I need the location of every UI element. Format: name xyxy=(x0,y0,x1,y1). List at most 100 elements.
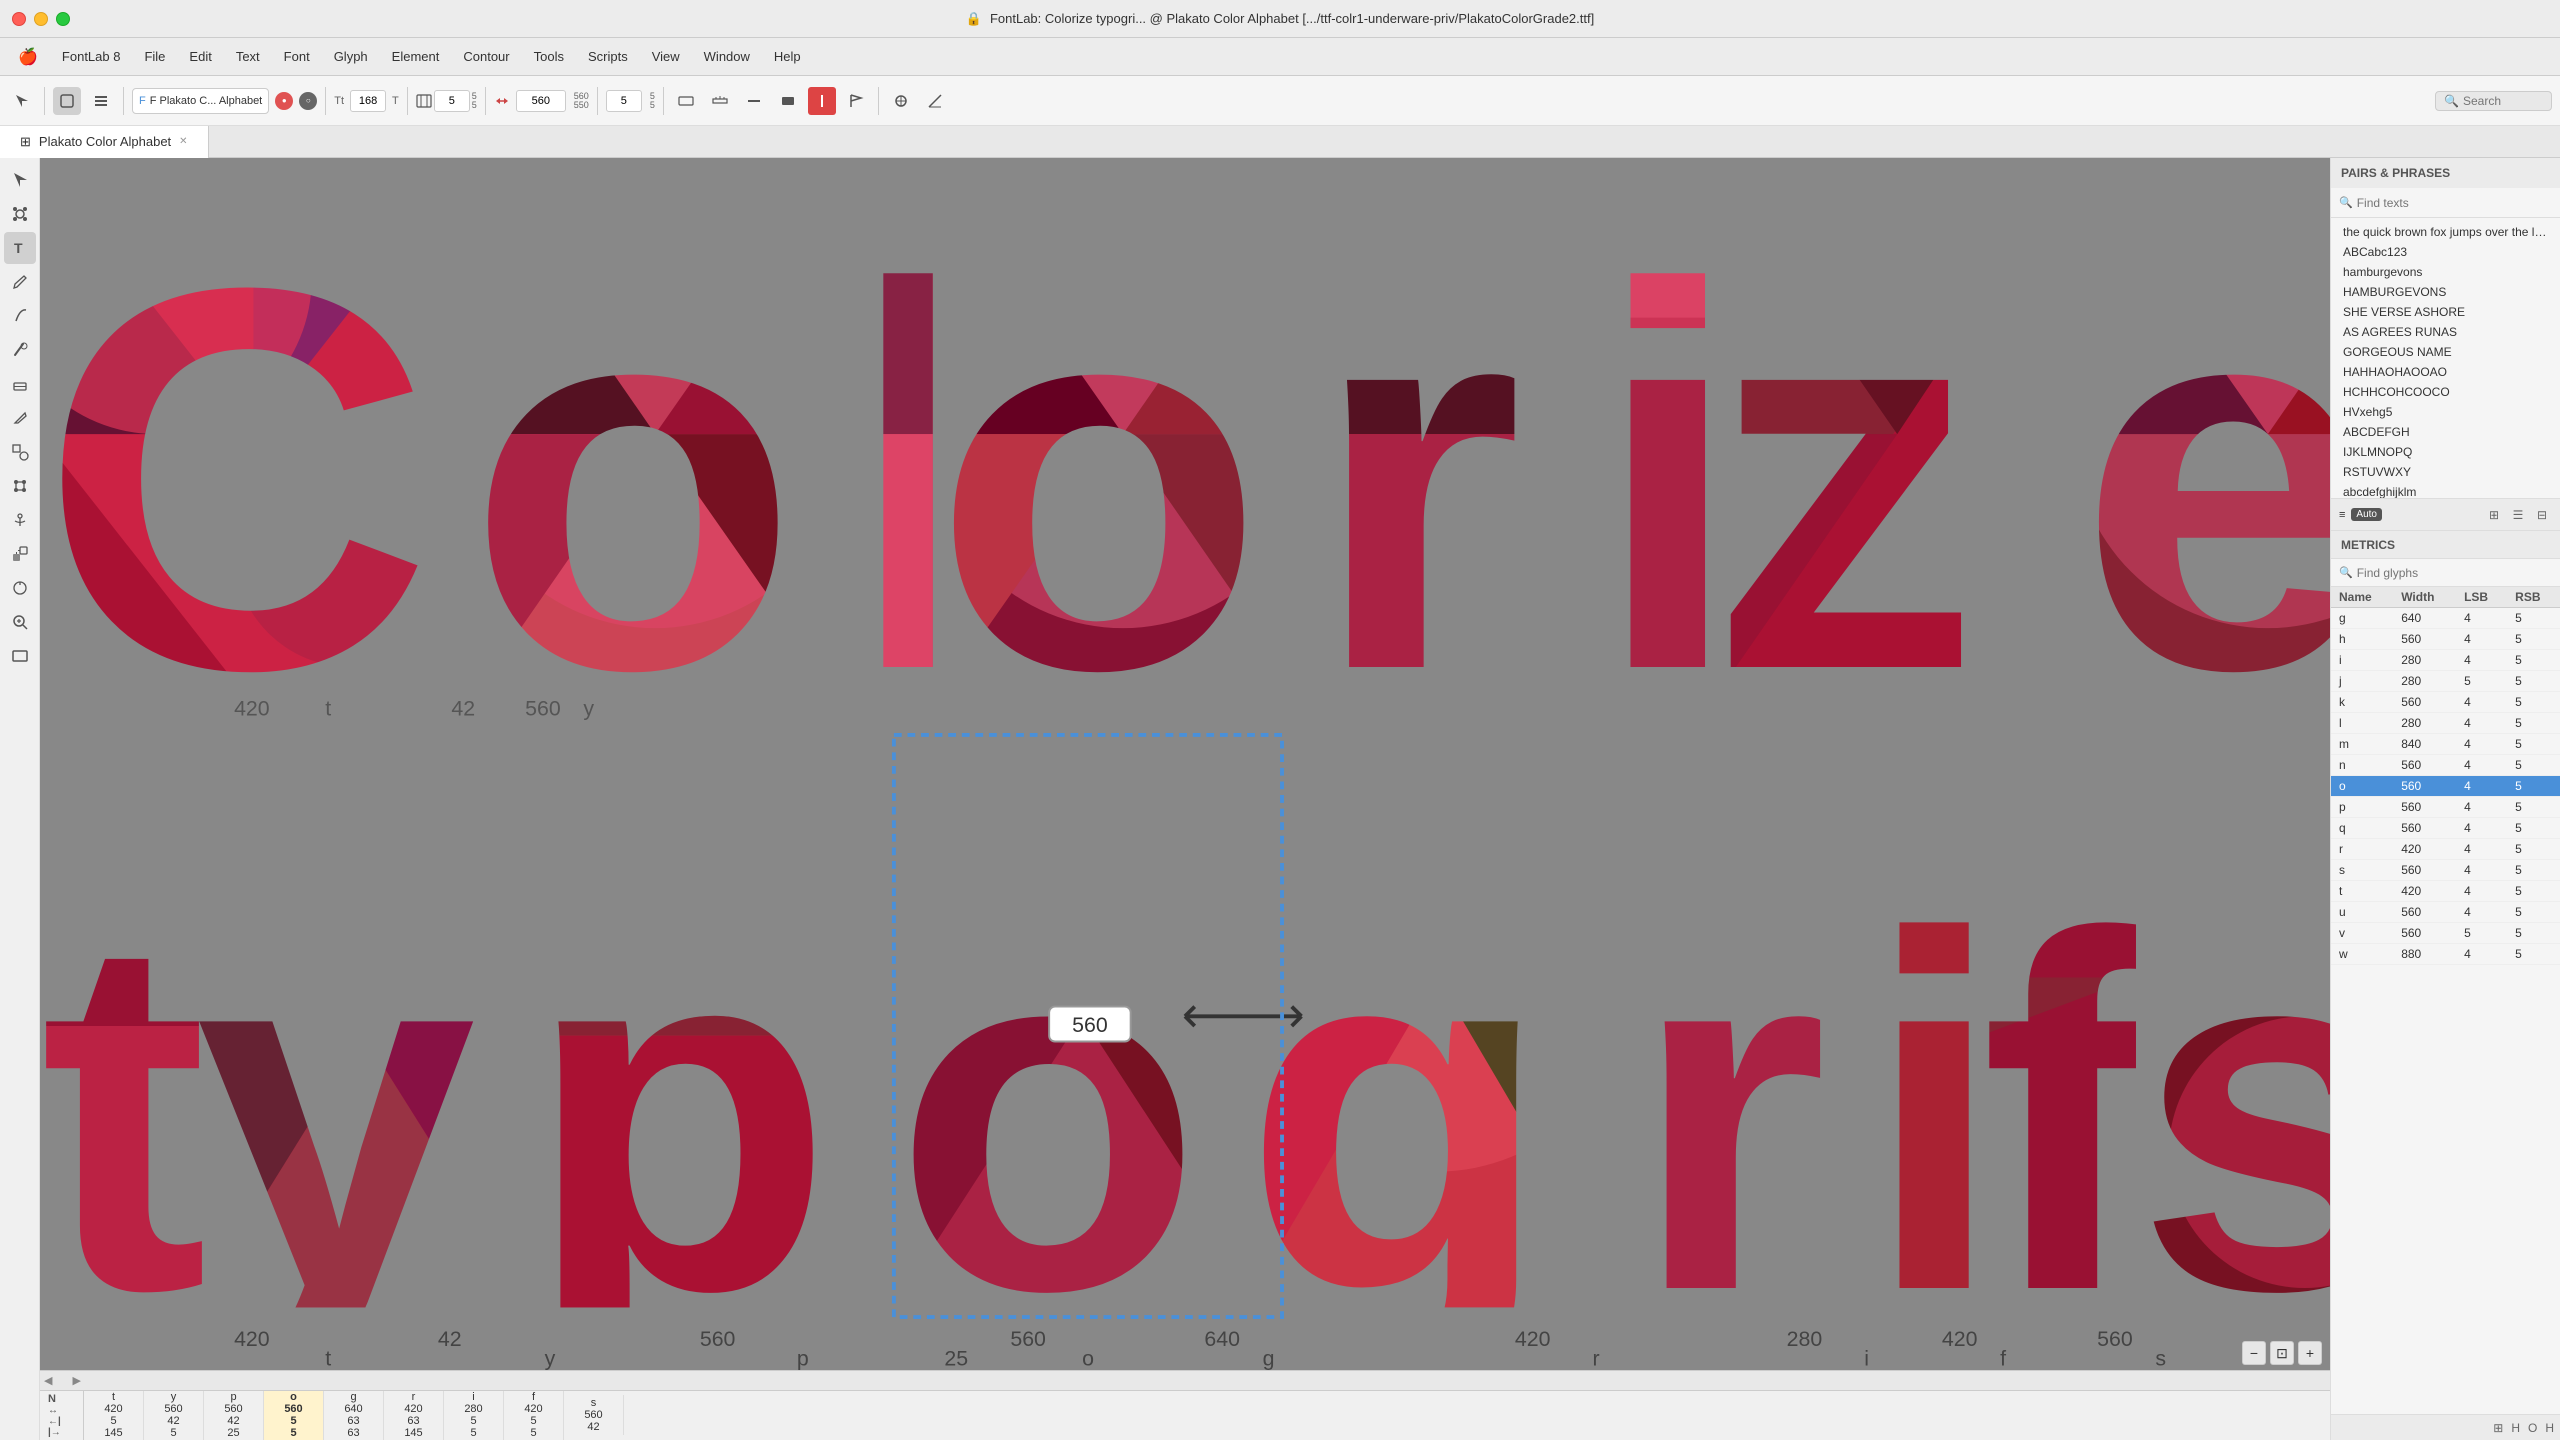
phrase-item[interactable]: HAHHAOHAOOAO xyxy=(2331,362,2560,382)
font-color-indicator[interactable]: ● xyxy=(275,92,293,110)
tool-pencil[interactable] xyxy=(4,266,36,298)
glyph-table-row[interactable]: v56055 xyxy=(2331,923,2560,944)
menu-help[interactable]: Help xyxy=(764,45,811,68)
menu-scripts[interactable]: Scripts xyxy=(578,45,638,68)
glyph-table-row[interactable]: l28045 xyxy=(2331,713,2560,734)
tool-anchor[interactable] xyxy=(4,504,36,536)
menu-font[interactable]: Font xyxy=(274,45,320,68)
toolbar-line-btn[interactable] xyxy=(740,87,768,115)
tool-eraser[interactable] xyxy=(4,368,36,400)
toolbar-preview-btn[interactable] xyxy=(53,87,81,115)
glyph-table-row[interactable]: t42045 xyxy=(2331,881,2560,902)
phrase-item[interactable]: SHE VERSE ASHORE xyxy=(2331,302,2560,322)
minimize-button[interactable] xyxy=(34,12,48,26)
menu-text[interactable]: Text xyxy=(226,45,270,68)
tool-component[interactable] xyxy=(4,538,36,570)
toolbar-ruler-btn[interactable] xyxy=(706,87,734,115)
phrase-item[interactable]: abcdefghijklm xyxy=(2331,482,2560,498)
tool-text[interactable]: T xyxy=(4,232,36,264)
glyph-table-row[interactable]: i28045 xyxy=(2331,650,2560,671)
zoom-fit-btn[interactable]: ⊡ xyxy=(2270,1341,2294,1365)
width-input[interactable] xyxy=(516,90,566,112)
toolbar-angle-btn[interactable] xyxy=(921,87,949,115)
tool-brush[interactable] xyxy=(4,334,36,366)
menu-view[interactable]: View xyxy=(642,45,690,68)
tool-knife[interactable] xyxy=(4,402,36,434)
phrase-item[interactable]: RSTUVWXY xyxy=(2331,462,2560,482)
font-fill-indicator[interactable]: ○ xyxy=(299,92,317,110)
close-button[interactable] xyxy=(12,12,26,26)
metrics-icon-2[interactable]: H xyxy=(2511,1421,2520,1435)
phrase-item[interactable]: IJKLMNOPQ xyxy=(2331,442,2560,462)
glyph-table-row[interactable]: q56045 xyxy=(2331,818,2560,839)
menu-tools[interactable]: Tools xyxy=(524,45,574,68)
canvas-area[interactable]: C o l o r i z e xyxy=(40,158,2330,1440)
toolbar-metrics-btn[interactable] xyxy=(672,87,700,115)
metrics-icon-3[interactable]: O xyxy=(2528,1421,2537,1435)
toolbar-kern-btn[interactable] xyxy=(808,87,836,115)
tool-shapes[interactable] xyxy=(4,436,36,468)
phrase-item[interactable]: HAMBURGEVONS xyxy=(2331,282,2560,302)
metrics-icon-4[interactable]: H xyxy=(2545,1421,2554,1435)
glyph-table-row[interactable]: u56045 xyxy=(2331,902,2560,923)
metrics-icon-1[interactable]: ⊞ xyxy=(2493,1421,2503,1435)
glyph-table-row[interactable]: j28055 xyxy=(2331,671,2560,692)
view-grid-icon[interactable]: ⊞ xyxy=(2484,505,2504,525)
glyph-table-row[interactable]: h56045 xyxy=(2331,629,2560,650)
zoom-out-btn[interactable]: − xyxy=(2242,1341,2266,1365)
toolbar-search-input[interactable] xyxy=(2463,94,2543,108)
glyph-table-row[interactable]: r42045 xyxy=(2331,839,2560,860)
glyph-table-row[interactable]: m84045 xyxy=(2331,734,2560,755)
phrase-item[interactable]: the quick brown fox jumps over the lazy … xyxy=(2331,222,2560,242)
scroll-arrow-left[interactable]: ◀ xyxy=(44,1374,52,1387)
metrics-scroll-bar[interactable]: ◀ ▶ xyxy=(40,1371,2330,1391)
phrase-item[interactable]: ABCabc123 xyxy=(2331,242,2560,262)
menu-contour[interactable]: Contour xyxy=(453,45,519,68)
column1-input[interactable] xyxy=(434,90,470,112)
phrase-item[interactable]: ABCDEFGH xyxy=(2331,422,2560,442)
menu-glyph[interactable]: Glyph xyxy=(324,45,378,68)
tab-plakato[interactable]: ⊞ Plakato Color Alphabet ✕ xyxy=(0,126,209,158)
toolbar-color-btn[interactable] xyxy=(887,87,915,115)
view-detail-icon[interactable]: ⊟ xyxy=(2532,505,2552,525)
toolbar-box-btn[interactable] xyxy=(774,87,802,115)
phrase-item[interactable]: AS AGREES RUNAS xyxy=(2331,322,2560,342)
glyph-table-row[interactable]: k56045 xyxy=(2331,692,2560,713)
glyph-table-row[interactable]: g64045 xyxy=(2331,608,2560,629)
toolbar-mode-select[interactable] xyxy=(8,87,36,115)
phrase-item[interactable]: HVxehg5 xyxy=(2331,402,2560,422)
tool-transform[interactable] xyxy=(4,470,36,502)
find-texts-input[interactable] xyxy=(2357,196,2552,210)
maximize-button[interactable] xyxy=(56,12,70,26)
scroll-arrow-right[interactable]: ▶ xyxy=(72,1374,80,1387)
menu-window[interactable]: Window xyxy=(694,45,760,68)
menu-file[interactable]: File xyxy=(134,45,175,68)
menu-fontlab[interactable]: FontLab 8 xyxy=(52,45,131,68)
tool-pen[interactable] xyxy=(4,300,36,332)
tab-close-icon[interactable]: ✕ xyxy=(179,136,187,147)
toolbar-panel-btn[interactable] xyxy=(87,87,115,115)
font-size-input[interactable] xyxy=(350,90,386,112)
tool-measure[interactable] xyxy=(4,572,36,604)
phrase-item[interactable]: GORGEOUS NAME xyxy=(2331,342,2560,362)
find-glyphs-input[interactable] xyxy=(2357,566,2552,580)
rsb-input[interactable] xyxy=(606,90,642,112)
font-selector[interactable]: F F Plakato C... Alphabet xyxy=(132,88,269,114)
zoom-in-btn[interactable]: + xyxy=(2298,1341,2322,1365)
glyph-table-row[interactable]: p56045 xyxy=(2331,797,2560,818)
glyph-table-row[interactable]: o56045 xyxy=(2331,776,2560,797)
glyph-table-row[interactable]: s56045 xyxy=(2331,860,2560,881)
tool-pointer[interactable] xyxy=(4,164,36,196)
phrase-item[interactable]: HCHHCOHCOOCO xyxy=(2331,382,2560,402)
phrase-item[interactable]: hamburgevons xyxy=(2331,262,2560,282)
menu-element[interactable]: Element xyxy=(382,45,450,68)
apple-menu[interactable]: 🍎 xyxy=(8,47,48,67)
toolbar-flag-btn[interactable] xyxy=(842,87,870,115)
tool-rectangle[interactable] xyxy=(4,640,36,672)
menu-edit[interactable]: Edit xyxy=(179,45,221,68)
glyph-table-row[interactable]: n56045 xyxy=(2331,755,2560,776)
tool-node[interactable] xyxy=(4,198,36,230)
view-list-icon[interactable]: ☰ xyxy=(2508,505,2528,525)
tool-zoom[interactable] xyxy=(4,606,36,638)
glyph-table-row[interactable]: w88045 xyxy=(2331,944,2560,965)
